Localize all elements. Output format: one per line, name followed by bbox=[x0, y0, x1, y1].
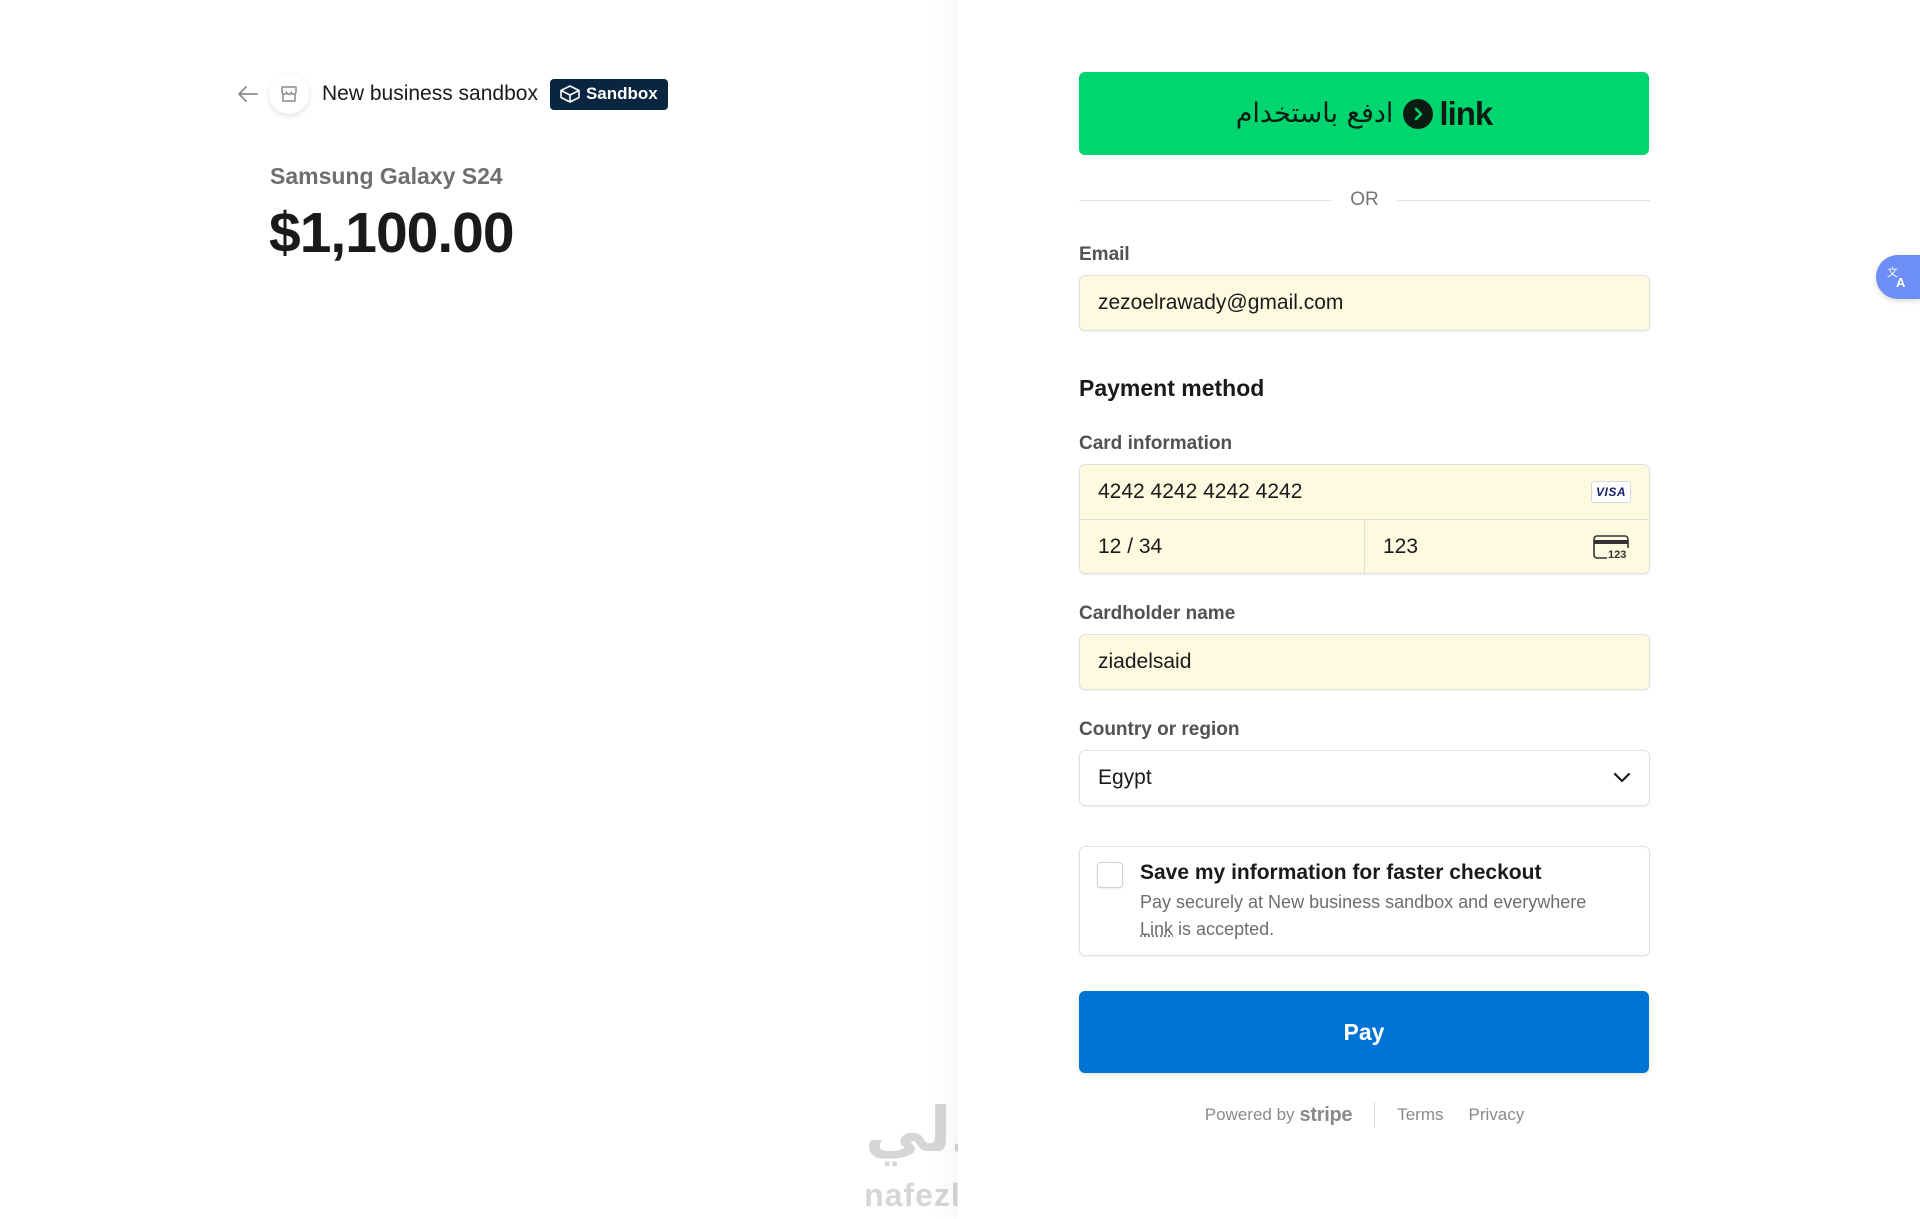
link-button-arabic-label: ادفع باستخدام bbox=[1235, 98, 1394, 129]
cvc-card-icon: 123 bbox=[1593, 534, 1630, 561]
save-info-description: Pay securely at New business sandbox and… bbox=[1140, 892, 1587, 939]
expiry-field[interactable]: 12 / 34 bbox=[1080, 520, 1364, 573]
email-field[interactable]: zezoelrawady@gmail.com bbox=[1079, 275, 1650, 331]
link-logo: link bbox=[1403, 94, 1493, 133]
footer: Powered by stripe Terms Privacy bbox=[1079, 1102, 1650, 1128]
or-text: OR bbox=[1350, 189, 1379, 210]
card-information-group: 4242 4242 4242 4242 VISA 12 / 34 123 123 bbox=[1079, 464, 1650, 574]
svg-text:123: 123 bbox=[1608, 549, 1626, 561]
sandbox-cube-icon bbox=[560, 85, 580, 103]
pay-with-link-button[interactable]: ادفع باستخدام link bbox=[1079, 72, 1649, 155]
powered-by-text: Powered by bbox=[1204, 1105, 1295, 1124]
card-information-label: Card information bbox=[1079, 433, 1233, 454]
save-info-checkbox[interactable] bbox=[1097, 862, 1123, 888]
link-chevron-icon bbox=[1403, 98, 1434, 129]
merchant-header: New business sandbox Sandbox bbox=[235, 74, 668, 114]
country-label: Country or region bbox=[1079, 719, 1240, 740]
terms-link[interactable]: Terms bbox=[1397, 1105, 1443, 1125]
svg-text:A: A bbox=[1896, 275, 1906, 290]
back-arrow-icon[interactable] bbox=[235, 81, 261, 107]
product-name: Samsung Galaxy S24 bbox=[270, 163, 503, 189]
visa-icon: VISA bbox=[1590, 481, 1631, 503]
save-info-title: Save my information for faster checkout bbox=[1140, 861, 1542, 884]
country-select[interactable]: Egypt bbox=[1079, 750, 1650, 806]
cardholder-name-label: Cardholder name bbox=[1079, 603, 1236, 624]
cvc-field[interactable]: 123 123 bbox=[1364, 520, 1649, 573]
or-divider: OR bbox=[1079, 185, 1650, 215]
store-icon bbox=[269, 74, 309, 114]
cvc-value: 123 bbox=[1383, 534, 1419, 558]
product-price: $1,100.00 bbox=[269, 201, 515, 265]
card-number-field[interactable]: 4242 4242 4242 4242 VISA bbox=[1080, 465, 1649, 519]
stripe-logo[interactable]: stripe bbox=[1300, 1104, 1353, 1127]
privacy-link[interactable]: Privacy bbox=[1469, 1105, 1525, 1125]
payment-form: ادفع باستخدام link OR Email zezoelrawady… bbox=[1079, 72, 1650, 1128]
sandbox-label: Sandbox bbox=[585, 84, 658, 103]
chevron-down-icon bbox=[1613, 772, 1631, 783]
order-summary-pane: New business sandbox Sandbox Samsung Gal… bbox=[0, 0, 1055, 1219]
email-label: Email bbox=[1079, 244, 1130, 265]
merchant-name: New business sandbox bbox=[322, 82, 538, 105]
pay-button[interactable]: Pay bbox=[1079, 991, 1649, 1073]
card-number-value: 4242 4242 4242 4242 bbox=[1098, 480, 1303, 503]
save-info-box: Save my information for faster checkout … bbox=[1079, 846, 1650, 956]
translate-icon[interactable]: 文A bbox=[1876, 255, 1920, 299]
link-info-link[interactable]: Link bbox=[1140, 919, 1173, 939]
link-wordmark: link bbox=[1439, 94, 1493, 132]
country-value: Egypt bbox=[1098, 766, 1152, 789]
cardholder-name-field[interactable]: ziadelsaid bbox=[1079, 634, 1650, 690]
payment-method-title: Payment method bbox=[1079, 375, 1265, 401]
expiry-value: 12 / 34 bbox=[1098, 534, 1163, 558]
sandbox-badge: Sandbox bbox=[549, 78, 668, 110]
